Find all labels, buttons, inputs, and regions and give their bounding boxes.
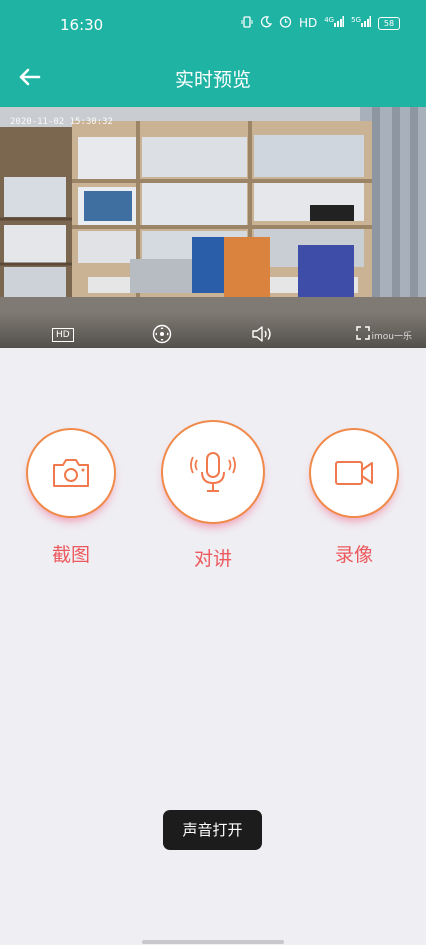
record-circle[interactable] xyxy=(309,428,399,518)
video-timestamp: 2020-11-02 15:30:32 xyxy=(10,117,113,127)
vibrate-icon xyxy=(241,15,253,31)
header-bar: 实时预览 xyxy=(0,52,426,107)
volume-icon[interactable] xyxy=(251,324,273,344)
hd-toggle-button[interactable]: HD xyxy=(52,328,74,342)
ptz-control-icon[interactable] xyxy=(152,324,172,344)
talk-label: 对讲 xyxy=(193,548,232,570)
page-title: 实时预览 xyxy=(174,69,251,91)
talk-circle[interactable] xyxy=(161,420,265,524)
screenshot-circle[interactable] xyxy=(26,428,116,518)
camera-icon xyxy=(53,459,89,487)
talk-button[interactable]: 对讲 xyxy=(160,420,266,571)
home-indicator[interactable] xyxy=(142,940,284,944)
status-time: 16:30 xyxy=(60,16,104,34)
screenshot-label: 截图 xyxy=(51,544,90,566)
battery-icon: 58 xyxy=(378,16,400,30)
toast-message: 声音打开 xyxy=(163,810,262,850)
signal-4g: 4G xyxy=(324,16,345,30)
status-icons: HD 4G 5G 58 xyxy=(241,15,400,31)
video-watermark: imou一乐 xyxy=(371,332,412,342)
status-bar: 16:30 HD 4G 5G 58 xyxy=(0,0,426,52)
screenshot-button[interactable]: 截图 xyxy=(26,428,116,567)
microphone-icon xyxy=(190,452,236,492)
hd-indicator: HD xyxy=(298,16,318,30)
record-label: 录像 xyxy=(334,544,373,566)
signal-5g: 5G xyxy=(351,16,371,30)
record-button[interactable]: 录像 xyxy=(309,428,399,567)
alarm-icon xyxy=(279,15,292,31)
moon-icon xyxy=(260,15,273,31)
video-camera-icon xyxy=(335,461,373,485)
fullscreen-icon[interactable] xyxy=(356,325,370,340)
live-video-view[interactable]: 2020-11-02 15:30:32 HD imou一乐 xyxy=(0,107,426,348)
video-control-bar: HD imou一乐 xyxy=(0,312,426,348)
